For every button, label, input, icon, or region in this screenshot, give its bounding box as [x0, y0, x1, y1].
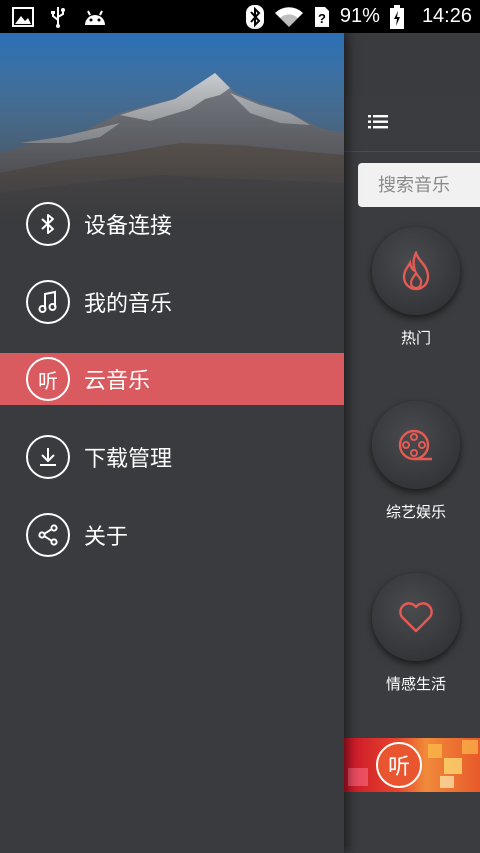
battery-charging-icon: [389, 4, 404, 29]
android-icon: [82, 7, 108, 27]
drawer-item-my-music[interactable]: 我的音乐: [0, 263, 344, 341]
image-icon: [12, 6, 34, 27]
flame-icon: [402, 251, 430, 291]
film-reel-icon: [398, 429, 432, 461]
category-button[interactable]: [372, 573, 460, 661]
promo-banner[interactable]: 听: [344, 738, 480, 792]
category-hot[interactable]: 热门: [366, 227, 466, 348]
drawer-menu: 设备连接 我的音乐 听 云音乐 下载管理 关于: [0, 183, 344, 574]
download-icon: [26, 435, 70, 479]
navigation-drawer: 设备连接 我的音乐 听 云音乐 下载管理 关于: [0, 33, 344, 853]
hamburger-menu-icon[interactable]: [368, 114, 388, 133]
category-label: 情感生活: [385, 675, 446, 693]
category-emotion[interactable]: 情感生活: [366, 573, 466, 694]
share-icon: [26, 513, 70, 557]
status-bar: ? 91% 14:26: [0, 0, 480, 33]
category-label: 热门: [400, 329, 431, 347]
drawer-item-label: 关于: [84, 525, 129, 550]
drawer-item-device-connect[interactable]: 设备连接: [0, 185, 344, 263]
category-button[interactable]: [372, 227, 460, 315]
category-variety[interactable]: 综艺娱乐: [366, 401, 466, 522]
search-box[interactable]: [358, 163, 480, 207]
drawer-item-about[interactable]: 关于: [0, 496, 344, 574]
svg-text:?: ?: [318, 11, 326, 26]
search-input[interactable]: [376, 173, 480, 197]
main-toolbar: [344, 95, 480, 152]
battery-percent: 91%: [339, 5, 380, 27]
ting-logo: 听: [376, 742, 422, 788]
heart-icon: [399, 602, 433, 633]
drawer-item-cloud-music[interactable]: 听 云音乐: [0, 353, 344, 405]
clock: 14:26: [421, 5, 472, 27]
music-note-icon: [26, 280, 70, 324]
bluetooth-icon: [26, 202, 70, 246]
no-sim-icon: ?: [314, 6, 330, 28]
drawer-item-label: 下载管理: [84, 447, 173, 472]
category-button[interactable]: [372, 401, 460, 489]
drawer-item-label: 我的音乐: [84, 292, 173, 317]
main-panel: 热门 综艺娱乐 情感生活 听: [344, 95, 480, 853]
ting-icon: 听: [26, 357, 70, 401]
usb-icon: [50, 6, 66, 28]
drawer-item-label: 设备连接: [84, 214, 173, 239]
drawer-item-download-manager[interactable]: 下载管理: [0, 418, 344, 496]
wifi-icon: [274, 6, 304, 28]
category-label: 综艺娱乐: [385, 503, 446, 521]
bluetooth-icon: [245, 4, 264, 29]
drawer-item-label: 云音乐: [84, 369, 151, 394]
